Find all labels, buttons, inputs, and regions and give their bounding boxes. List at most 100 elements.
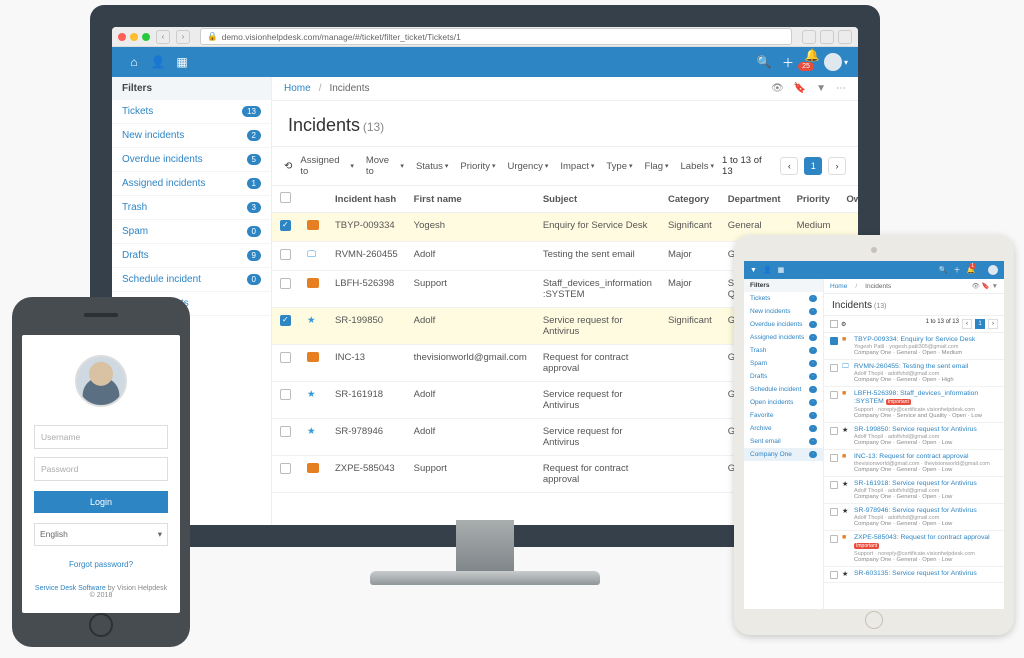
address-bar[interactable]: 🔒 demo.visionhelpdesk.com/manage/#/ticke… [200,28,792,45]
window-max-dot[interactable] [142,33,150,41]
list-item[interactable]: ★ SR-199850: Service request for Antivir… [824,423,1004,450]
column-header[interactable]: First name [406,186,535,213]
sidebar-item[interactable]: Open incidents· [744,396,823,409]
sidebar-item[interactable]: New incidents· [744,305,823,318]
avatar[interactable] [988,265,998,275]
sidebar-item[interactable]: Tickets· [744,292,823,305]
row-checkbox[interactable] [830,364,838,372]
sidebar-item[interactable]: Favorite· [744,409,823,422]
add-icon[interactable]: ＋ [954,265,961,275]
apps-icon[interactable]: ▦ [170,55,194,69]
apps-icon[interactable]: ▦ [778,266,785,274]
page-next[interactable]: › [828,157,846,175]
sidebar-item[interactable]: Schedule incident0 [112,268,271,292]
filter-icon[interactable]: ▼ [750,267,757,274]
sidebar-item[interactable]: Archive· [744,422,823,435]
reader-button[interactable] [802,30,816,44]
column-header[interactable]: Owner [838,186,858,213]
language-select[interactable]: English▾ [34,523,168,546]
list-item[interactable]: ■ LBFH-526398: Staff_devices_information… [824,387,1004,422]
breadcrumb-home[interactable]: Home [830,283,847,290]
row-checkbox[interactable] [830,337,838,345]
sidebar-item[interactable]: Overdue incidents5 [112,148,271,172]
footer-link[interactable]: Service Desk Software [35,585,106,592]
row-checkbox[interactable] [280,315,291,326]
sidebar-item[interactable]: Tickets13 [112,100,271,124]
sidebar-item[interactable]: Overdue incidents· [744,318,823,331]
row-checkbox[interactable] [280,463,291,474]
sidebar-item[interactable]: Spam· [744,357,823,370]
share-button[interactable] [820,30,834,44]
list-item[interactable]: ■ INC-13: Request for contract approval … [824,450,1004,477]
home-icon[interactable]: ⌂ [122,55,146,69]
row-checkbox[interactable] [280,278,291,289]
password-field[interactable]: Password [34,457,168,481]
tabs-button[interactable] [838,30,852,44]
more-icon[interactable]: ⋯ [836,83,846,94]
sidebar-item[interactable]: Drafts9 [112,244,271,268]
row-checkbox[interactable] [830,454,838,462]
select-all-checkbox[interactable] [280,192,291,203]
sidebar-item[interactable]: Trash· [744,344,823,357]
list-item[interactable]: ■ ZXPE-585043: Request for contract appr… [824,531,1004,566]
forward-button[interactable]: › [176,30,190,44]
row-checkbox[interactable] [280,389,291,400]
row-checkbox[interactable] [280,426,291,437]
filter-icon[interactable]: ▼ [816,83,826,94]
sidebar-item[interactable]: Drafts· [744,370,823,383]
refresh-icon[interactable]: ⟲ [284,161,292,172]
search-icon[interactable]: 🔍 [939,266,948,274]
toolbar-menu[interactable]: Urgency ▾ [503,153,552,179]
page-current[interactable]: 1 [975,319,985,329]
column-header[interactable]: Subject [535,186,660,213]
toolbar-menu[interactable]: Labels ▾ [677,153,719,179]
login-button[interactable]: Login [34,491,168,513]
sidebar-item[interactable]: Schedule incident· [744,383,823,396]
sidebar-item[interactable]: Assigned incidents· [744,331,823,344]
list-item[interactable]: ★ SR-161918: Service request for Antivir… [824,477,1004,504]
back-button[interactable]: ‹ [156,30,170,44]
toolbar-menu[interactable]: Assigned to ▾ [296,153,357,179]
sidebar-item[interactable]: Company One· [744,448,823,461]
toolbar-menu[interactable]: Impact ▾ [556,153,598,179]
breadcrumb-home[interactable]: Home [284,83,311,94]
toolbar-menu[interactable]: Status ▾ [412,153,452,179]
window-close-dot[interactable] [118,33,126,41]
toolbar-menu[interactable]: Move to ▾ [362,153,408,179]
row-checkbox[interactable] [280,220,291,231]
row-checkbox[interactable] [830,481,838,489]
sidebar-item[interactable]: New incidents2 [112,124,271,148]
gear-icon[interactable]: ⚙ [841,321,846,328]
sidebar-item[interactable]: Spam0 [112,220,271,244]
column-header[interactable]: Category [660,186,720,213]
page-prev[interactable]: ‹ [962,319,972,329]
chevron-down-icon[interactable]: ▾ [844,58,848,67]
column-header[interactable]: Department [720,186,789,213]
user-icon[interactable]: 👤 [763,266,772,274]
sidebar-item[interactable]: Sent email· [744,435,823,448]
toolbar-menu[interactable]: Flag ▾ [641,153,673,179]
row-checkbox[interactable] [280,352,291,363]
select-all-checkbox[interactable] [830,320,838,328]
bell-icon[interactable]: 🔔1 [967,266,983,274]
list-item[interactable]: ■ TBYP-009334: Enquiry for Service Desk … [824,333,1004,360]
window-min-dot[interactable] [130,33,138,41]
list-item[interactable]: ★ SR-978946: Service request for Antivir… [824,504,1004,531]
page-next[interactable]: › [988,319,998,329]
row-checkbox[interactable] [830,427,838,435]
username-field[interactable]: Username [34,425,168,449]
eye-icon[interactable]: 👁 [771,83,784,94]
row-checkbox[interactable] [280,249,291,260]
row-checkbox[interactable] [830,508,838,516]
user-icon[interactable]: 👤 [146,55,170,69]
sidebar-item[interactable]: Assigned incidents1 [112,172,271,196]
row-checkbox[interactable] [830,535,838,543]
search-icon[interactable]: 🔍 [752,55,776,69]
forgot-password-link[interactable]: Forgot password? [34,560,168,569]
column-header[interactable]: Incident hash [327,186,406,213]
avatar[interactable] [824,53,842,71]
toolbar-menu[interactable]: Priority ▾ [456,153,499,179]
list-item[interactable]: 🖵 RVMN-260455: Testing the sent email Ad… [824,360,1004,387]
bookmark-icon[interactable]: 🔖 [794,83,806,94]
toolbar-menu[interactable]: Type ▾ [602,153,636,179]
